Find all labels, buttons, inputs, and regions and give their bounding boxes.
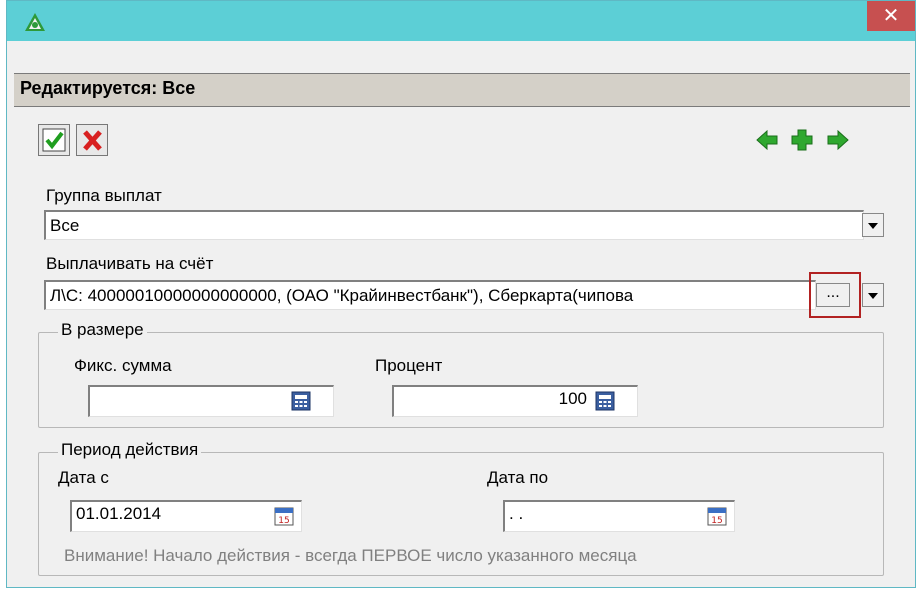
fixed-sum-label: Фикс. сумма — [74, 356, 172, 375]
highlight-frame — [809, 272, 861, 318]
account-label: Выплачивать на счёт — [46, 254, 214, 273]
plus-icon[interactable] — [790, 128, 814, 152]
group-label: Группа выплат — [46, 186, 162, 205]
cancel-button[interactable] — [76, 124, 108, 156]
date-from-label: Дата с — [58, 468, 109, 487]
period-note: Внимание! Начало действия - всегда ПЕРВО… — [64, 546, 637, 565]
svg-text:15: 15 — [711, 516, 722, 526]
account-select[interactable]: Л\С: 40000010000000000000, (ОАО "Крайинв… — [44, 280, 816, 310]
svg-text:15: 15 — [278, 516, 289, 526]
date-to-label: Дата по — [487, 468, 549, 487]
account-dropdown-button[interactable] — [862, 283, 884, 307]
group-select[interactable]: Все — [44, 210, 864, 240]
period-legend: Период действия — [58, 440, 202, 460]
arrow-left-icon[interactable] — [755, 128, 779, 152]
calendar-icon[interactable]: 15 — [707, 506, 727, 526]
group-dropdown-button[interactable] — [862, 213, 884, 237]
red-x-icon — [83, 130, 102, 151]
date-from-input[interactable]: 01.01.2014 — [70, 500, 302, 532]
checkmark-icon — [42, 128, 66, 152]
calculator-icon[interactable] — [595, 391, 615, 411]
amount-legend: В размере — [58, 320, 147, 340]
page-title: Редактируется: Все — [20, 78, 196, 98]
close-button[interactable]: ✕ — [867, 1, 915, 31]
calculator-icon[interactable] — [291, 391, 311, 411]
save-button[interactable] — [38, 124, 70, 156]
calendar-icon[interactable]: 15 — [274, 506, 294, 526]
date-to-input[interactable]: . . — [503, 500, 735, 532]
arrow-right-icon[interactable] — [826, 128, 850, 152]
app-logo-icon — [25, 13, 45, 31]
title-bar[interactable]: ✕ — [7, 1, 915, 41]
percent-label: Процент — [375, 356, 443, 375]
